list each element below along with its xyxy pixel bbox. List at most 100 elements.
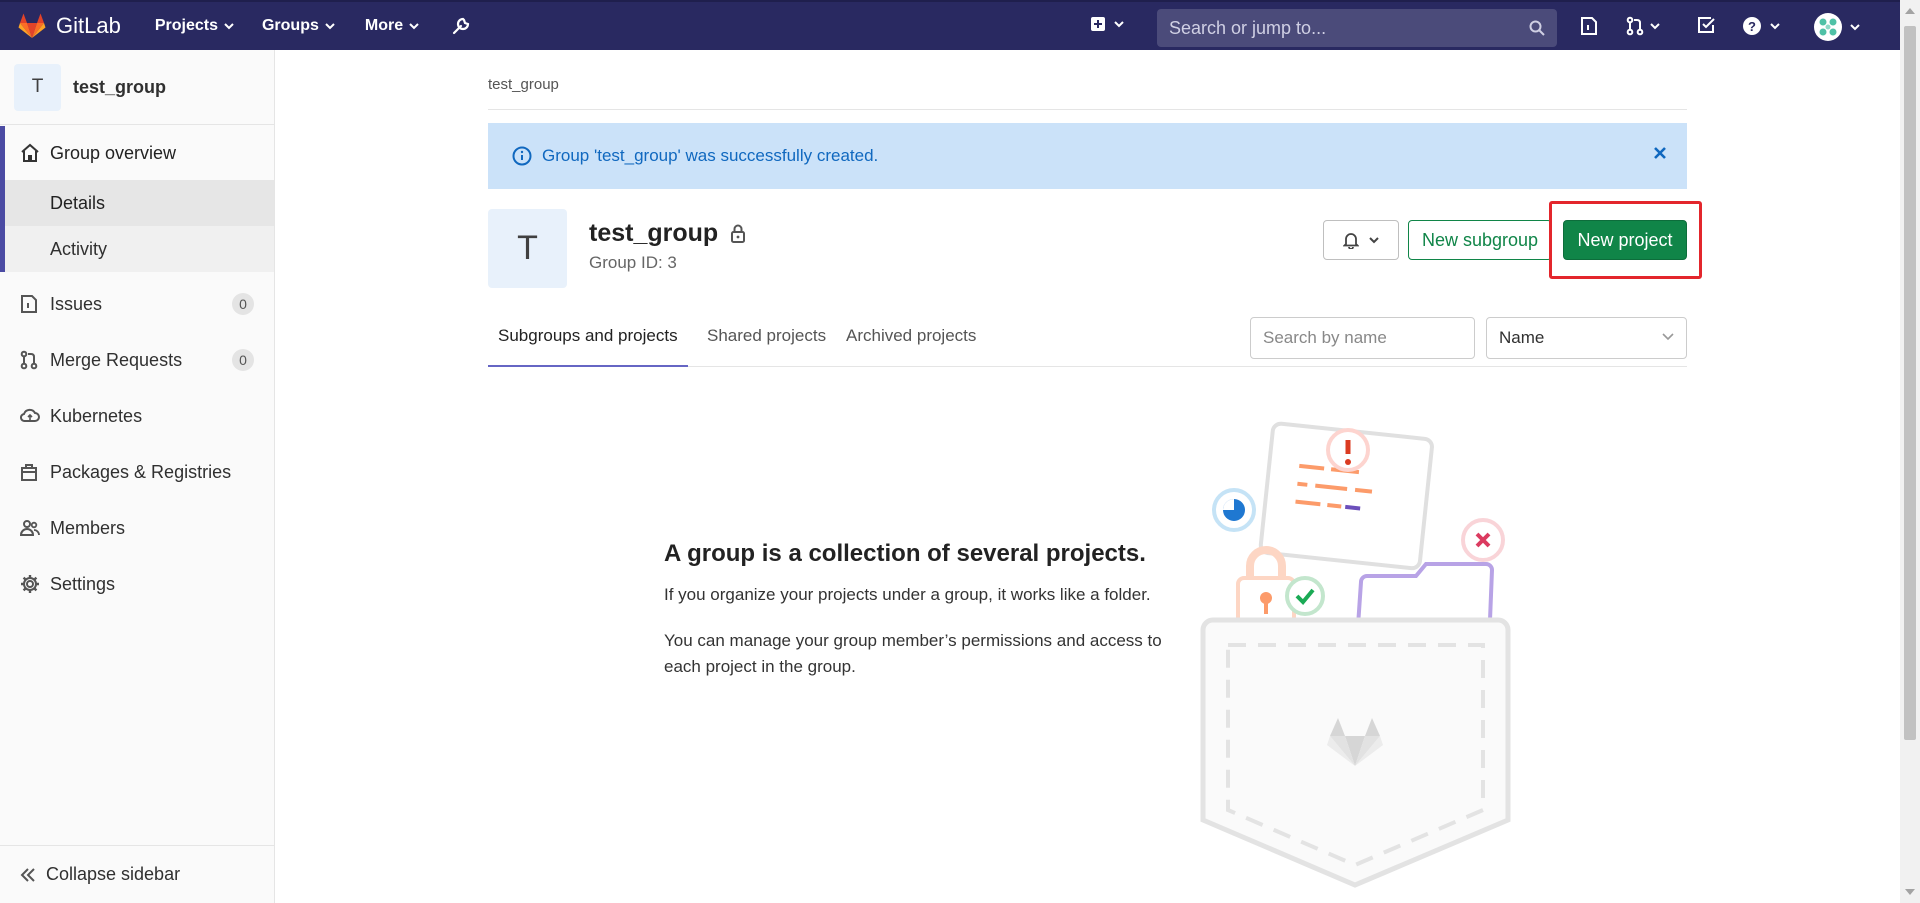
sidebar-item-label: Issues [50,293,103,314]
nav-groups[interactable]: Groups [262,17,335,35]
sidebar-group-name: test_group [73,76,167,97]
empty-state-paragraph-2: You can manage your group member’s permi… [664,631,1162,676]
sidebar-item-settings[interactable]: Settings [0,556,274,612]
nav-projects-label: Projects [154,17,218,34]
svg-text:?: ? [1748,19,1756,34]
chevron-down-icon [1650,22,1660,29]
package-icon [20,463,42,481]
tab-label: Archived projects [846,326,977,345]
close-icon [1654,147,1666,159]
issues-button[interactable] [1580,16,1598,36]
sort-dropdown[interactable]: Name [1486,317,1687,359]
scrollbar-thumb[interactable] [1904,26,1916,740]
sidebar-item-label: Packages & Registries [50,461,232,482]
merge-request-icon [1626,16,1644,36]
window-scrollbar[interactable] [1900,0,1920,903]
todo-checkbox-icon [1698,17,1715,33]
tab-shared-projects[interactable]: Shared projects [707,307,826,367]
double-chevron-left-icon [20,867,36,882]
chevron-down-icon [409,22,419,29]
group-sidebar: T test_group Group overview Details Acti… [0,50,275,903]
sidebar-item-packages-registries[interactable]: Packages & Registries [0,444,274,500]
issues-count-badge: 0 [232,293,254,315]
user-menu-button[interactable] [1814,13,1860,41]
chevron-down-icon [224,22,234,29]
issues-icon [20,294,42,314]
nav-projects[interactable]: Projects [155,17,234,35]
sidebar-item-merge-requests[interactable]: Merge Requests 0 [0,332,274,388]
group-avatar-large: T [488,209,567,288]
brand-name: GitLab [56,13,121,38]
top-navbar: GitLab Projects Groups More Search or ju… [0,0,1900,50]
todos-button[interactable] [1697,16,1715,34]
members-icon [20,519,42,537]
scroll-up-arrow-icon[interactable] [1905,8,1915,14]
collapse-sidebar-button[interactable]: Collapse sidebar [0,845,274,903]
main-content: test_group Group 'test_group' was succes… [488,50,1702,367]
sort-value: Name [1499,328,1545,347]
plus-square-icon [1091,17,1105,31]
chevron-down-icon [1662,333,1674,341]
scroll-down-arrow-icon[interactable] [1905,889,1915,895]
group-header: T test_group Group ID: 3 New subgroup Ne… [488,189,1702,289]
sidebar-context-header[interactable]: T test_group [0,50,274,125]
sidebar-item-group-overview[interactable]: Group overview [5,126,274,180]
lock-icon [730,224,746,243]
create-new-button[interactable] [1090,16,1124,32]
info-icon [512,146,532,166]
sidebar-item-label: Settings [50,573,116,594]
chevron-down-icon [1850,23,1860,30]
highlight-box [1549,201,1702,279]
filter-placeholder: Search by name [1263,328,1387,347]
filter-by-name-input[interactable]: Search by name [1250,317,1475,359]
tanuki-logo-icon [18,13,46,38]
tab-archived-projects[interactable]: Archived projects [846,307,976,367]
group-id: Group ID: 3 [589,253,677,272]
chevron-down-icon [1770,22,1780,29]
sidebar-item-label: Members [50,517,126,538]
nav-groups-label: Groups [261,17,319,34]
home-icon [20,143,42,163]
search-placeholder: Search or jump to... [1169,17,1327,38]
notification-settings-button[interactable] [1323,220,1399,260]
sidebar-item-label: Group overview [50,142,177,163]
user-avatar-icon [1814,13,1842,41]
tab-label: Shared projects [707,326,827,345]
sidebar-item-issues[interactable]: Issues 0 [0,276,274,332]
empty-state-title: A group is a collection of several proje… [664,540,1146,567]
help-button[interactable]: ? [1742,16,1780,36]
success-alert: Group 'test_group' was successfully crea… [488,123,1687,189]
empty-state-text: A group is a collection of several proje… [664,540,1184,700]
settings-icon [20,574,42,594]
help-icon: ? [1743,17,1761,35]
sidebar-item-kubernetes[interactable]: Kubernetes [0,388,274,444]
chevron-down-icon [325,22,335,29]
nav-more[interactable]: More [365,17,419,35]
group-tabs: Subgroups and projects Shared projects A… [488,307,1687,367]
global-search-input[interactable]: Search or jump to... [1157,9,1557,47]
admin-wrench-button[interactable] [451,16,471,36]
merge-requests-button[interactable] [1626,16,1660,36]
sidebar-subitem-details[interactable]: Details [5,180,274,226]
tab-subgroups-and-projects[interactable]: Subgroups and projects [488,307,688,367]
chevron-down-icon [1114,20,1124,27]
kubernetes-icon [20,407,42,425]
group-name: test_group [589,219,719,247]
new-subgroup-button[interactable]: New subgroup [1408,220,1552,260]
search-icon [1529,20,1545,36]
nav-more-label: More [364,17,404,34]
alert-message: Group 'test_group' was successfully crea… [542,146,879,165]
merge-requests-count-badge: 0 [232,349,254,371]
gitlab-logo[interactable]: GitLab [18,13,121,39]
chevron-down-icon [1369,236,1379,243]
group-title: test_group [589,219,746,248]
empty-pocket-illustration [1200,421,1511,888]
sidebar-item-members[interactable]: Members [0,500,274,556]
sidebar-item-label: Kubernetes [50,405,143,426]
empty-state-paragraph-1: If you organize your projects under a gr… [664,585,1151,604]
sidebar-item-label: Merge Requests [50,349,183,370]
breadcrumb-group-link[interactable]: test_group [488,76,559,93]
close-alert-button[interactable] [1653,146,1667,160]
sidebar-subitem-activity[interactable]: Activity [5,226,274,272]
tab-label: Subgroups and projects [498,326,678,345]
